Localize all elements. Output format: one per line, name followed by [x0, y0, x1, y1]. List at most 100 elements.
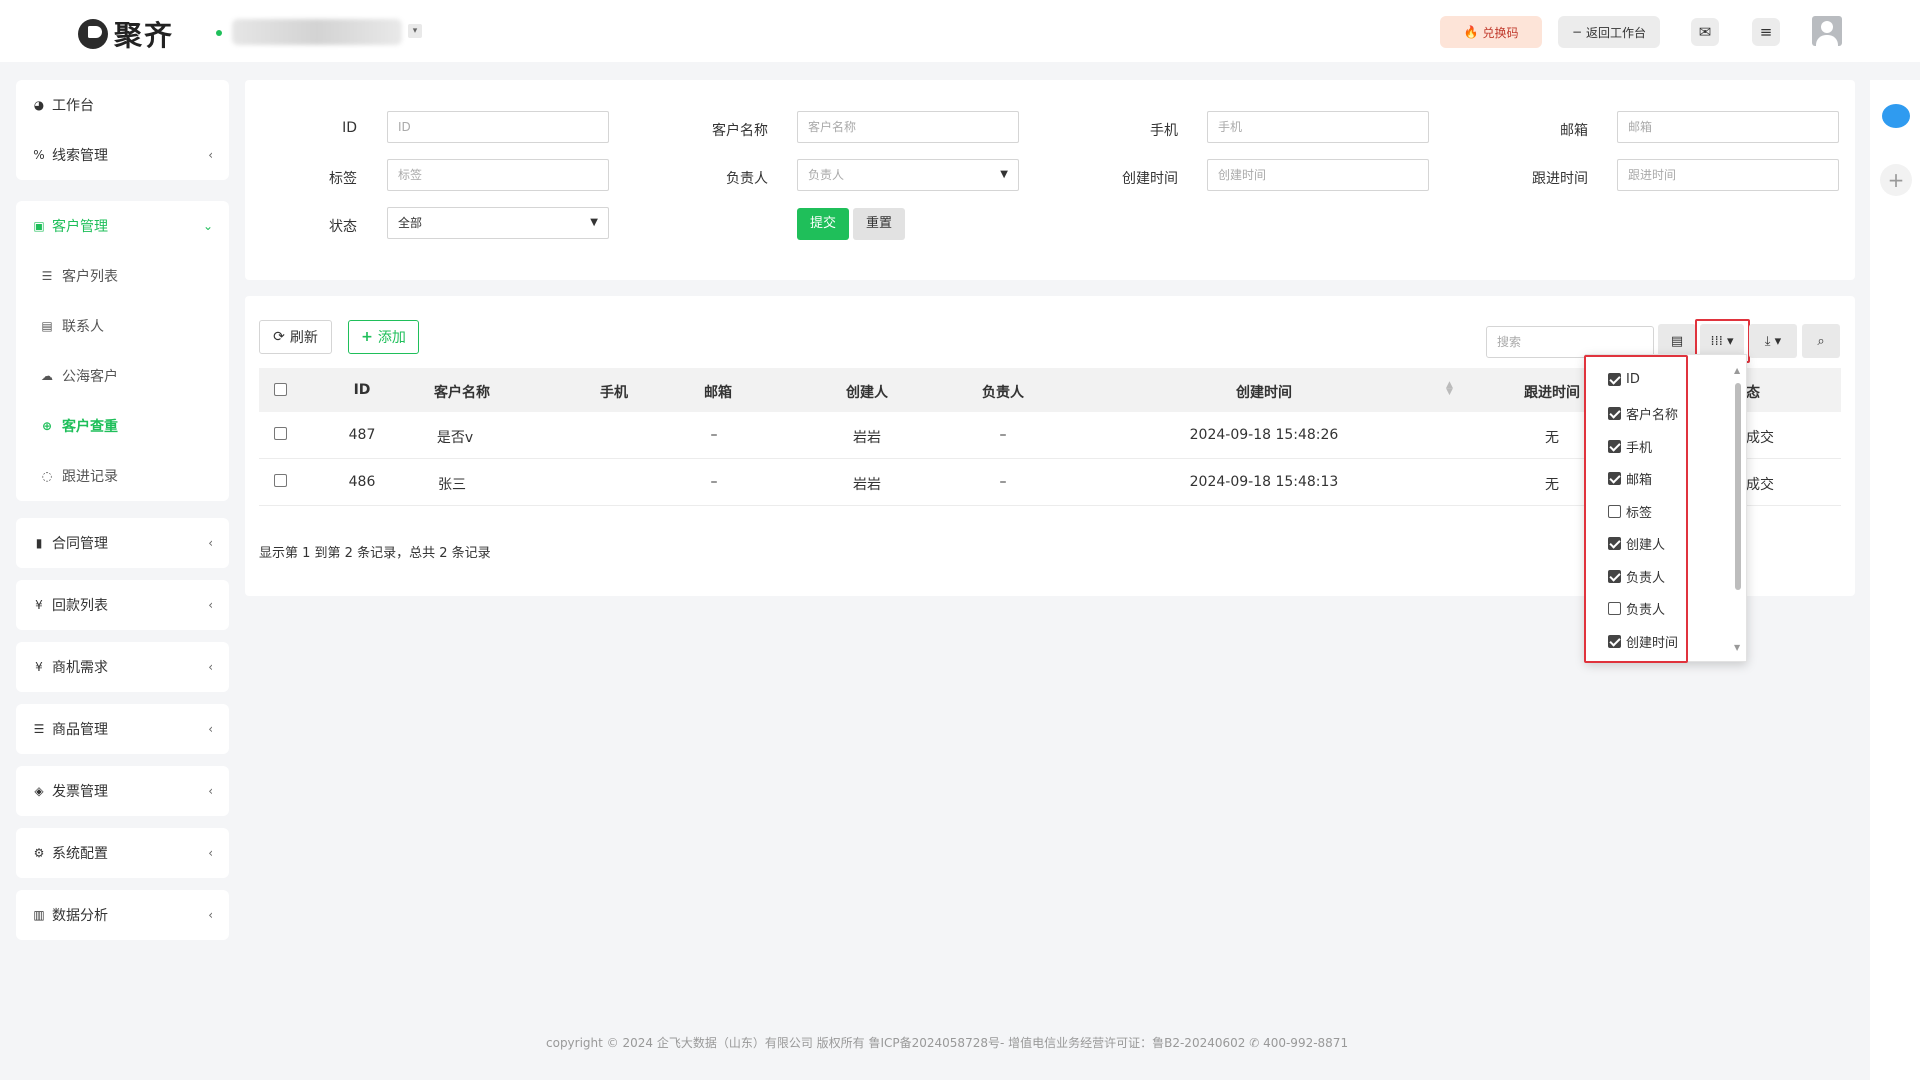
filter-name-label: 客户名称	[712, 123, 768, 139]
sidebar-item-payments[interactable]: ¥ 回款列表 ‹	[16, 580, 229, 630]
filter-phone-input[interactable]: 手机	[1207, 111, 1429, 143]
sidebar-item-analytics[interactable]: ▥ 数据分析 ‹	[16, 890, 229, 940]
column-menu-highlight	[1584, 355, 1688, 663]
sidebar-group-opportunities: ¥ 商机需求 ‹	[16, 642, 229, 692]
minus-icon: −	[1571, 25, 1583, 39]
refresh-button[interactable]: ⟳ 刷新	[259, 320, 332, 354]
back-to-workbench-button[interactable]: − 返回工作台	[1558, 16, 1660, 48]
cell-owner: –	[999, 474, 1007, 490]
column-header-status[interactable]: 态	[1746, 382, 1760, 402]
chevron-left-icon: ‹	[208, 846, 213, 860]
cell-email: –	[710, 427, 718, 443]
export-icon[interactable]: ⤓ ▾	[1749, 324, 1797, 358]
select-all-checkbox[interactable]	[274, 383, 287, 396]
avatar[interactable]	[1812, 16, 1842, 46]
scroll-down-arrow-icon[interactable]: ▼	[1734, 643, 1740, 652]
sidebar-item-customer-dedupe[interactable]: ⊕ 客户查重	[16, 401, 229, 451]
sidebar-item-contacts[interactable]: ▤ 联系人	[16, 301, 229, 351]
sidebar-item-customer-list[interactable]: ☰ 客户列表	[16, 251, 229, 301]
filter-id-input[interactable]: ID	[387, 111, 609, 143]
brand-name: 聚齐	[114, 19, 175, 52]
column-menu-scrollbar[interactable]	[1735, 383, 1741, 590]
column-header-followup[interactable]: 跟进时间	[1524, 382, 1580, 402]
scroll-up-arrow-icon[interactable]: ▲	[1734, 366, 1740, 375]
pagination-summary: 显示第 1 到第 2 条记录，总共 2 条记录	[259, 546, 491, 561]
caret-down-icon: ▼	[1000, 169, 1008, 180]
filter-tag-input[interactable]: 标签	[387, 159, 609, 191]
submit-button[interactable]: 提交	[797, 208, 849, 240]
sidebar-item-contract[interactable]: ▮ 合同管理 ‹	[16, 518, 229, 568]
column-header-created[interactable]: 创建时间	[1236, 382, 1292, 402]
filter-followup-label: 跟进时间	[1532, 171, 1588, 187]
column-header-email[interactable]: 邮箱	[704, 382, 732, 402]
sidebar-item-products[interactable]: ☰ 商品管理 ‹	[16, 704, 229, 754]
cell-creator: 岩岩	[853, 430, 881, 446]
sidebar-group-top: ◕ 工作台 % 线索管理 ‹	[16, 80, 229, 180]
sidebar-item-opportunities[interactable]: ¥ 商机需求 ‹	[16, 642, 229, 692]
brand-logo[interactable]: 聚齐	[78, 14, 174, 54]
column-header-creator[interactable]: 创建人	[846, 382, 888, 402]
sidebar-item-follow-records[interactable]: ◌ 跟进记录	[16, 451, 229, 501]
filter-status-select[interactable]: 全部 ▼	[387, 207, 609, 239]
filter-created-input[interactable]: 创建时间	[1207, 159, 1429, 191]
sidebar-item-public-customers[interactable]: ☁ 公海客户	[16, 351, 229, 401]
chat-assistant-icon[interactable]	[1882, 104, 1910, 128]
column-header-name[interactable]: 客户名称	[434, 382, 490, 402]
sidebar-item-label: 商品管理	[52, 722, 108, 738]
cell-name: 张三	[438, 477, 466, 493]
sidebar-item-label: 商机需求	[52, 660, 108, 676]
redeem-code-button[interactable]: 🔥 兑换码	[1440, 16, 1542, 48]
filter-status-label: 状态	[329, 219, 357, 235]
sidebar-group-settings: ⚙ 系统配置 ‹	[16, 828, 229, 878]
add-button[interactable]: + 添加	[348, 320, 419, 354]
filter-tag-label: 标签	[329, 171, 357, 187]
cell-followup: 无	[1545, 430, 1559, 446]
menu-icon[interactable]: ≡	[1752, 18, 1780, 46]
cell-owner: –	[999, 427, 1007, 443]
chat-icon: ◌	[41, 469, 53, 483]
company-switch-caret-icon[interactable]: ▾	[408, 24, 422, 38]
sidebar-item-label: 客户列表	[62, 269, 118, 285]
column-header-owner[interactable]: 负责人	[982, 382, 1024, 402]
row-checkbox[interactable]	[274, 474, 287, 487]
filter-email-input[interactable]: 邮箱	[1617, 111, 1839, 143]
gears-icon: ⚙	[33, 846, 45, 860]
sidebar-item-label: 跟进记录	[62, 469, 118, 485]
filter-followup-input[interactable]: 跟进时间	[1617, 159, 1839, 191]
sidebar-item-leads[interactable]: % 线索管理 ‹	[16, 130, 229, 180]
sidebar-group-payments: ¥ 回款列表 ‹	[16, 580, 229, 630]
cloud-icon: ☁	[41, 369, 53, 383]
online-status-dot	[216, 30, 222, 36]
caret-down-icon: ▼	[590, 217, 598, 228]
filter-name-input[interactable]: 客户名称	[797, 111, 1019, 143]
company-name-blurred[interactable]	[232, 19, 402, 45]
sidebar-item-invoices[interactable]: ◈ 发票管理 ‹	[16, 766, 229, 816]
card-view-icon[interactable]: ▤	[1658, 324, 1696, 358]
cell-created: 2024-09-18 15:48:26	[1189, 427, 1339, 443]
sidebar-item-settings[interactable]: ⚙ 系统配置 ‹	[16, 828, 229, 878]
cell-created: 2024-09-18 15:48:13	[1189, 474, 1339, 490]
search-icon[interactable]: ⌕	[1802, 324, 1840, 358]
right-tool-strip: +	[1870, 80, 1920, 1080]
column-header-phone[interactable]: 手机	[600, 382, 628, 402]
mail-icon[interactable]: ✉	[1691, 18, 1719, 46]
chevron-left-icon: ‹	[208, 148, 213, 162]
sort-icon[interactable]: ▲ ▼	[1446, 381, 1453, 397]
add-icon[interactable]: +	[1880, 164, 1912, 196]
sidebar-item-label: 工作台	[52, 98, 94, 114]
cell-id: 486	[348, 474, 376, 490]
chevron-left-icon: ‹	[208, 660, 213, 674]
row-checkbox[interactable]	[274, 427, 287, 440]
sidebar-item-customer-management[interactable]: ▣ 客户管理 ⌄	[16, 201, 229, 251]
reset-button[interactable]: 重置	[853, 208, 905, 240]
sidebar-item-workbench[interactable]: ◕ 工作台	[16, 80, 229, 130]
sidebar-item-label: 客户查重	[62, 419, 118, 435]
column-header-id[interactable]: ID	[354, 382, 371, 398]
sidebar-item-label: 回款列表	[52, 598, 108, 614]
cell-name: 是否v	[436, 430, 474, 446]
cell-creator: 岩岩	[853, 477, 881, 493]
cell-id: 487	[348, 427, 376, 443]
bar-chart-icon: ▥	[33, 908, 45, 922]
chevron-down-icon: ⌄	[202, 219, 213, 233]
filter-owner-select[interactable]: 负责人 ▼	[797, 159, 1019, 191]
